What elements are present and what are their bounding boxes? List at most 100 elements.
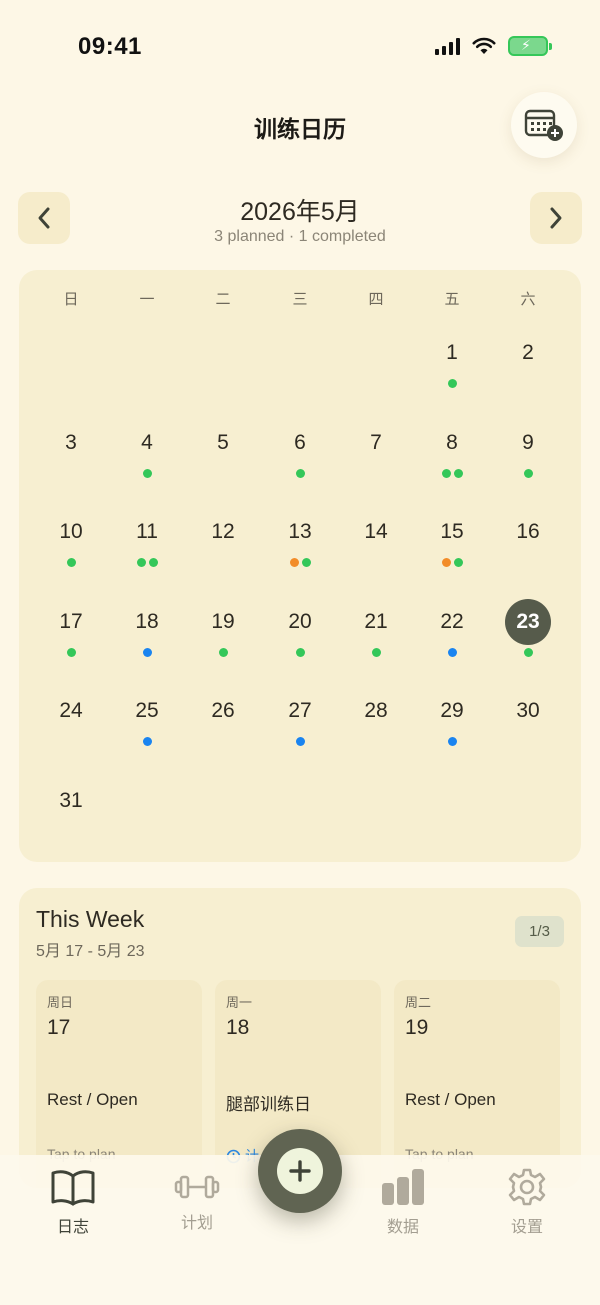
calendar-day[interactable]: 6 (270, 428, 330, 508)
day-number: 5 (217, 431, 229, 454)
workout-dot-blue (447, 648, 457, 657)
calendar-day[interactable]: 19 (193, 607, 253, 687)
status-time: 09:41 (78, 33, 142, 60)
workout-indicator-dots (117, 737, 177, 746)
workout-indicator-dots (270, 469, 330, 478)
weekday-label: 日 (63, 291, 79, 308)
calendar-day[interactable]: 11 (117, 517, 177, 597)
workout-indicator-dots (117, 469, 177, 478)
day-number: 13 (288, 520, 312, 543)
calendar-day[interactable]: 20 (270, 607, 330, 687)
workout-indicator-dots (422, 558, 482, 567)
calendar-day[interactable]: 14 (346, 517, 406, 597)
calendar-day[interactable]: 21 (346, 607, 406, 687)
calendar-day[interactable]: 28 (346, 696, 406, 776)
calendar-day[interactable]: 5 (193, 428, 253, 508)
calendar-day[interactable]: 22 (422, 607, 482, 687)
workout-indicator-dots (422, 737, 482, 746)
calendar-day[interactable]: 27 (270, 696, 330, 776)
day-number: 25 (135, 699, 159, 722)
calendar-day[interactable]: 3 (41, 428, 101, 508)
calendar-day[interactable]: 25 (117, 696, 177, 776)
tab-data[interactable]: 数据 (358, 1165, 448, 1245)
workout-dot-green (66, 648, 76, 657)
calendar-day[interactable]: 8 (422, 428, 482, 508)
month-title: 2026年5月 (240, 198, 360, 226)
calendar-day[interactable]: 18 (117, 607, 177, 687)
workout-dot-green (523, 469, 533, 478)
workout-dot-green (295, 648, 305, 657)
weekday-header-row: 日一二三四五六 (19, 288, 581, 312)
day-number: 18 (135, 610, 159, 633)
battery-charging-icon: ⚡ (508, 36, 552, 56)
day-number: 3 (65, 431, 77, 454)
day-number: 1 (446, 341, 458, 364)
workout-indicator-dots (422, 379, 482, 388)
day-number: 24 (59, 699, 83, 722)
home-indicator (0, 1280, 600, 1305)
calendar-grid: 日一二三四五六 1 2 3 4 5 6 7 8 9 10 11 12 13 14 15 16 17 18 19 20 2… (19, 270, 581, 862)
calendar-add-icon (524, 109, 563, 141)
workout-dot-blue (142, 737, 152, 746)
calendar-day[interactable]: 15 (422, 517, 482, 597)
workout-dot-blue (142, 648, 152, 657)
workout-indicator-dots (270, 648, 330, 657)
day-number: 10 (59, 520, 83, 543)
calendar-day[interactable]: 16 (498, 517, 558, 597)
tab-label: 日志 (56, 1219, 89, 1236)
next-month-button[interactable] (530, 192, 582, 244)
chevron-right-icon (550, 207, 562, 229)
calendar-day[interactable]: 17 (41, 607, 101, 687)
tab-settings[interactable]: 设置 (482, 1165, 572, 1245)
workout-dot-blue (447, 737, 457, 746)
day-number: 19 (211, 610, 235, 633)
day-number: 22 (440, 610, 464, 633)
workout-dot-green (447, 379, 457, 388)
workout-dot-green (142, 469, 152, 478)
workout-indicator-dots (193, 648, 253, 657)
weekday-label: 二 (215, 291, 231, 308)
tab-label: 设置 (510, 1219, 543, 1236)
calendar-day[interactable]: 13 (270, 517, 330, 597)
calendar-day[interactable]: 10 (41, 517, 101, 597)
day-number: 26 (211, 699, 235, 722)
calendar-day[interactable]: 24 (41, 696, 101, 776)
calendar-day[interactable]: 31 (41, 786, 101, 866)
add-workout-button[interactable] (258, 1129, 342, 1213)
workout-indicator-dots (41, 648, 101, 657)
day-number: 16 (516, 520, 540, 543)
weekday-label: 六 (520, 291, 536, 308)
workout-indicator-dots (346, 648, 406, 657)
tab-plan[interactable]: 计划 (152, 1165, 242, 1245)
calendar-day[interactable]: 29 (422, 696, 482, 776)
tab-journal[interactable]: 日志 (28, 1165, 118, 1245)
calendar-day[interactable]: 26 (193, 696, 253, 776)
status-bar: 09:41 ⚡ (0, 0, 600, 90)
day-card-date: 17 (47, 1016, 71, 1039)
calendar-day-selected[interactable]: 23 (498, 599, 558, 687)
calendar-day[interactable]: 12 (193, 517, 253, 597)
calendar-day[interactable]: 7 (346, 428, 406, 508)
weekday-label: 一 (139, 291, 155, 308)
weekday-label: 五 (444, 291, 460, 308)
day-number: 17 (59, 610, 83, 633)
add-calendar-event-button[interactable] (511, 92, 577, 158)
workout-indicator-dots (270, 737, 330, 746)
calendar-day[interactable]: 30 (498, 696, 558, 776)
this-week-range: 5月 17 - 5月 23 (36, 943, 145, 960)
calendar-day[interactable]: 1 (422, 338, 482, 418)
calendar-day[interactable]: 9 (498, 428, 558, 508)
dumbbell-icon (174, 1175, 220, 1199)
bar-chart-icon (382, 1169, 424, 1205)
calendar-day[interactable]: 2 (498, 338, 558, 418)
workout-dot-orange (289, 558, 299, 567)
plus-icon (289, 1160, 311, 1182)
book-icon (51, 1170, 95, 1206)
workout-dot-green (453, 469, 463, 478)
workout-indicator-dots (498, 469, 558, 478)
calendar-day[interactable]: 4 (117, 428, 177, 508)
day-card-weekday: 周日 (47, 995, 74, 1010)
day-number: 12 (211, 520, 235, 543)
workout-dot-orange (441, 558, 451, 567)
day-number: 31 (59, 789, 83, 812)
